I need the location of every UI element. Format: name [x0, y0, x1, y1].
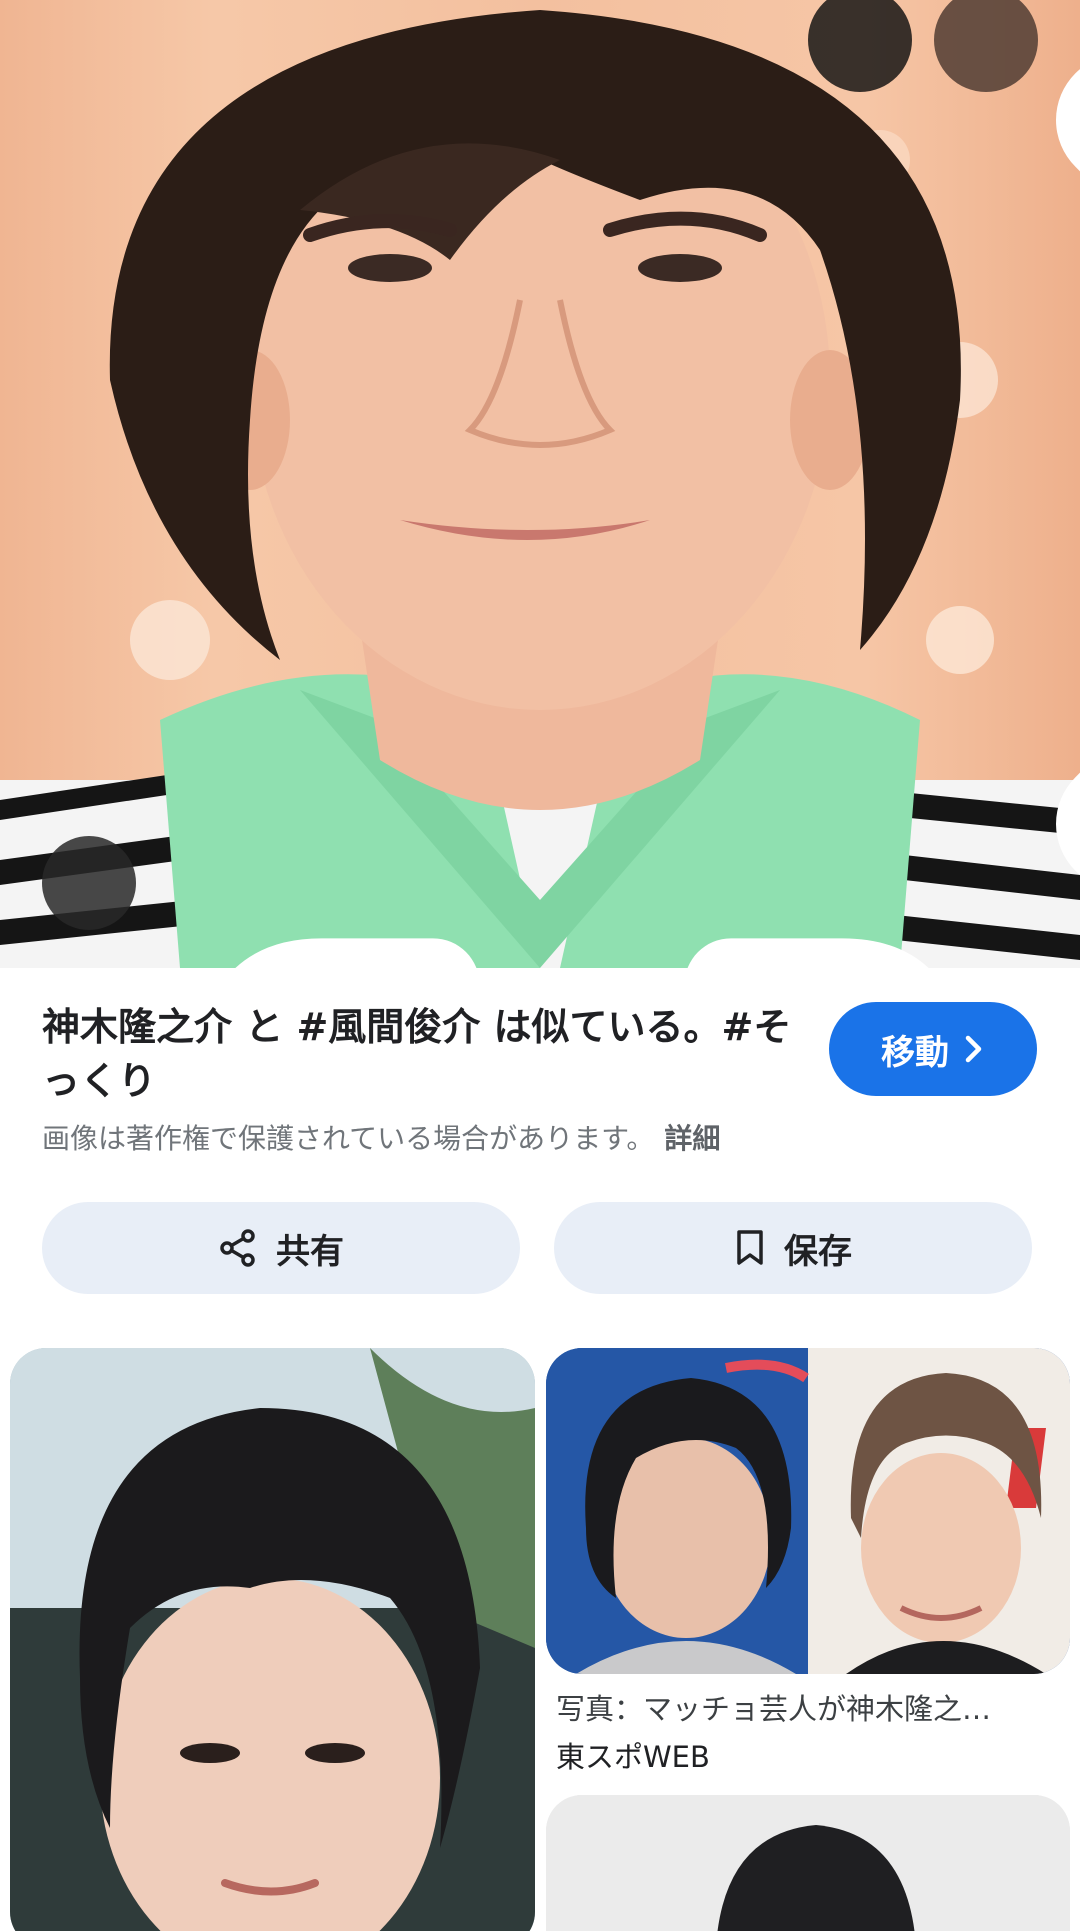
- save-label: 保存: [784, 1231, 852, 1272]
- image-viewer-page: 神木隆之介 と #風間俊介 は似ている。#そっくり 移動 画像は著作権で保護され…: [0, 0, 1080, 1931]
- share-button[interactable]: 共有: [42, 1202, 520, 1294]
- details-link[interactable]: 詳細: [664, 1122, 720, 1155]
- lens-search-button[interactable]: [42, 836, 929, 968]
- share-label: 共有: [276, 1231, 344, 1272]
- related-image-card[interactable]: [546, 1348, 1070, 1674]
- related-image-thumbnail: [10, 1348, 535, 1931]
- result-source[interactable]: 東スポWEB: [556, 1734, 1056, 1776]
- share-icon: [220, 1229, 255, 1267]
- chevron-right-icon: [965, 1035, 982, 1063]
- lens-icon: [235, 938, 929, 968]
- related-image-card[interactable]: [546, 1795, 1070, 1931]
- more-options-button[interactable]: [808, 0, 912, 92]
- close-icon: [1056, 69, 1080, 875]
- copyright-text: 画像は著作権で保護されている場合があります。: [42, 1122, 655, 1155]
- related-image-thumbnail: [546, 1795, 1070, 1931]
- image-title: 神木隆之介 と #風間俊介 は似ている。#そっくり: [42, 1005, 792, 1103]
- related-image-thumbnail: [546, 1348, 1070, 1674]
- copyright-notice: 画像は著作権で保護されている場合があります。 詳細: [42, 1117, 1042, 1161]
- visit-button-label: 移動: [881, 1032, 949, 1073]
- main-image[interactable]: [0, 0, 1080, 968]
- save-button[interactable]: 保存: [554, 1202, 1032, 1294]
- result-title[interactable]: 写真：マッチョ芸人が神木隆之…: [556, 1686, 1056, 1728]
- bookmark-icon: [737, 1230, 763, 1265]
- visit-button[interactable]: 移動: [829, 1002, 1037, 1096]
- close-button[interactable]: [934, 0, 1080, 875]
- related-image-card[interactable]: [10, 1348, 535, 1931]
